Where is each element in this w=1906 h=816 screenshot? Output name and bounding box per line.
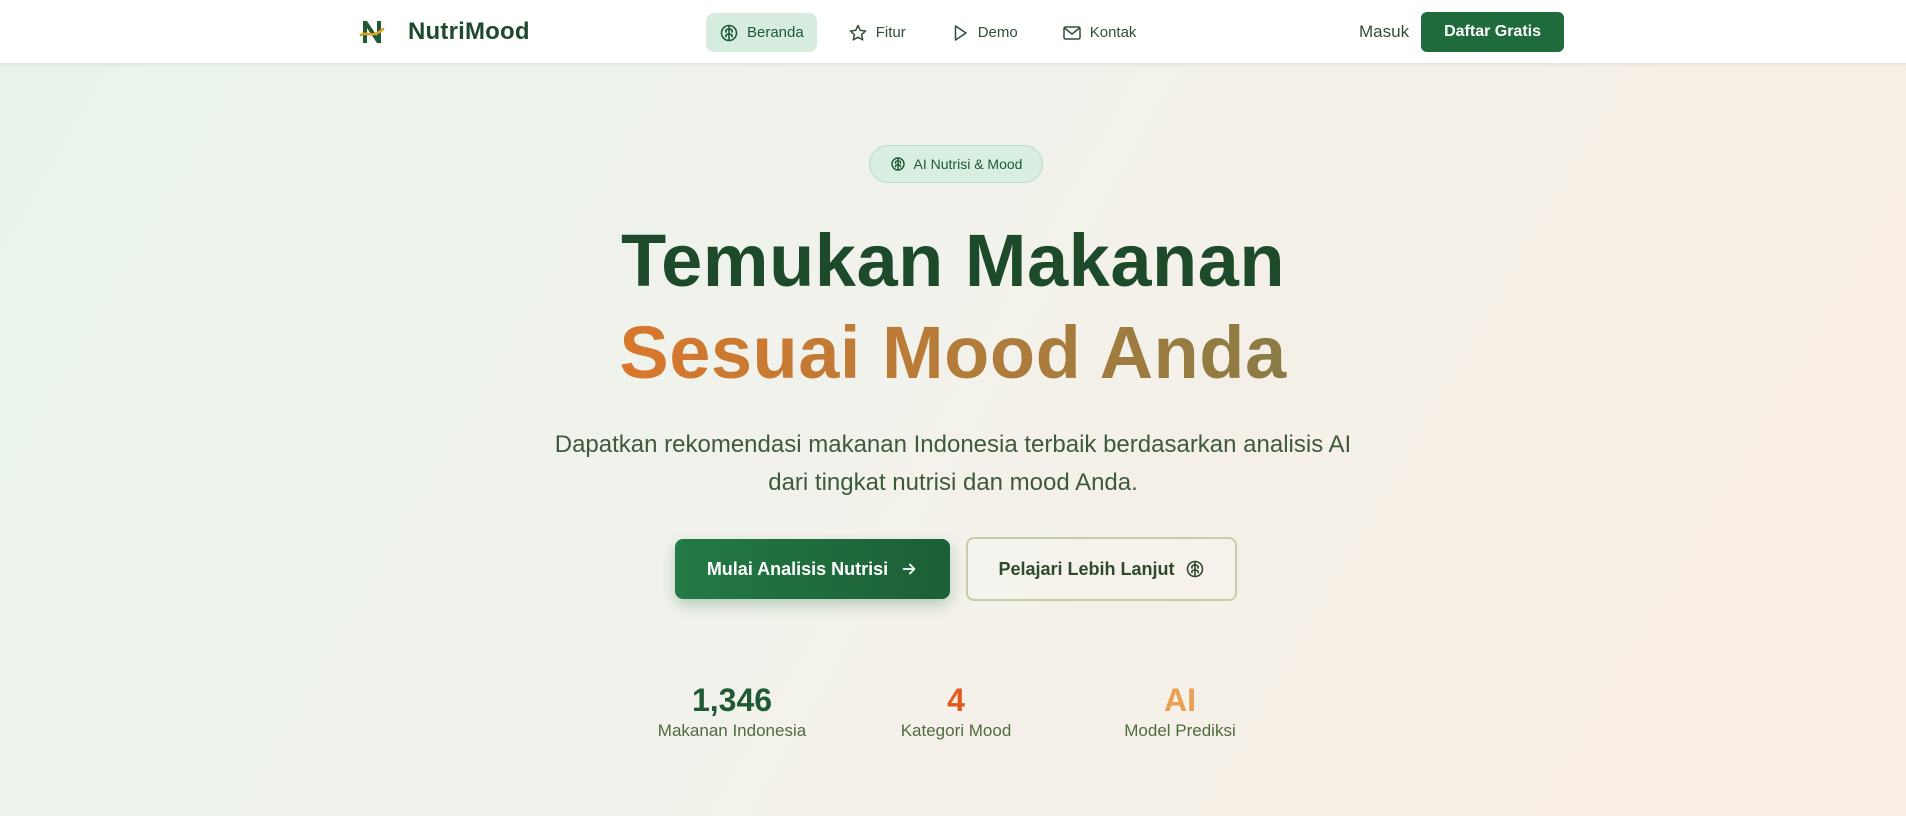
hero-title-highlight: Sesuai Mood Anda <box>619 311 1287 394</box>
stat-value-makanan: 1,346 <box>691 682 773 718</box>
star-icon <box>849 24 867 41</box>
stat-value-kategori: 4 <box>947 682 965 718</box>
learn-more-label: Pelajari Lebih Lanjut <box>998 558 1175 579</box>
stat-makanan: 1,346 Makanan Indonesia <box>632 680 832 742</box>
hero-section: AI Nutrisi & Mood Temukan Makanan Sesuai… <box>0 64 1906 816</box>
stat-model: AI Model Prediksi <box>1080 680 1280 742</box>
stat-label-kategori: Kategori Mood <box>900 721 1012 740</box>
nav-links: Beranda Fitur Demo Kontak <box>706 13 1167 52</box>
signup-button[interactable]: Daftar Gratis <box>1421 12 1564 52</box>
login-link[interactable]: Masuk <box>1359 22 1409 42</box>
stat-value-model: AI <box>1164 682 1196 718</box>
hero-title-line2: Sesuai Mood Anda <box>0 308 1906 398</box>
start-analysis-button[interactable]: Mulai Analisis Nutrisi <box>675 539 950 599</box>
ai-badge: AI Nutrisi & Mood <box>869 145 1043 183</box>
stat-label-model: Model Prediksi <box>1124 721 1236 740</box>
nav-label-beranda: Beranda <box>747 24 804 41</box>
nav-item-fitur[interactable]: Fitur <box>835 13 919 52</box>
play-icon <box>954 24 967 41</box>
brand[interactable]: NutriMood <box>356 14 530 50</box>
nav-actions: Masuk Daftar Gratis <box>1359 12 1564 52</box>
brain-icon <box>890 157 905 171</box>
arrow-right-icon <box>902 563 916 575</box>
nav-label-demo: Demo <box>977 24 1018 41</box>
badge-label: AI Nutrisi & Mood <box>913 156 1023 172</box>
brand-name: NutriMood <box>408 18 530 45</box>
mail-icon <box>1062 25 1081 40</box>
learn-more-button[interactable]: Pelajari Lebih Lanjut <box>966 537 1237 601</box>
nav-item-kontak[interactable]: Kontak <box>1049 13 1150 52</box>
hero-subtitle: Dapatkan rekomendasi makanan Indonesia t… <box>554 431 1352 496</box>
nutrimood-logo-icon <box>356 16 388 48</box>
hero-title-line1: Temukan Makanan <box>620 219 1286 302</box>
top-navbar: NutriMood Beranda Fitur Demo Kontak Masu… <box>0 0 1906 64</box>
nav-item-beranda[interactable]: Beranda <box>706 13 817 52</box>
nav-label-kontak: Kontak <box>1089 24 1137 41</box>
nav-label-fitur: Fitur <box>875 24 906 41</box>
stat-kategori: 4 Kategori Mood <box>856 680 1056 742</box>
brain-icon <box>720 24 738 41</box>
brain-icon <box>1186 560 1203 578</box>
stat-label-makanan: Makanan Indonesia <box>657 721 807 740</box>
nav-item-demo[interactable]: Demo <box>937 13 1031 52</box>
start-analysis-label: Mulai Analisis Nutrisi <box>706 558 889 579</box>
